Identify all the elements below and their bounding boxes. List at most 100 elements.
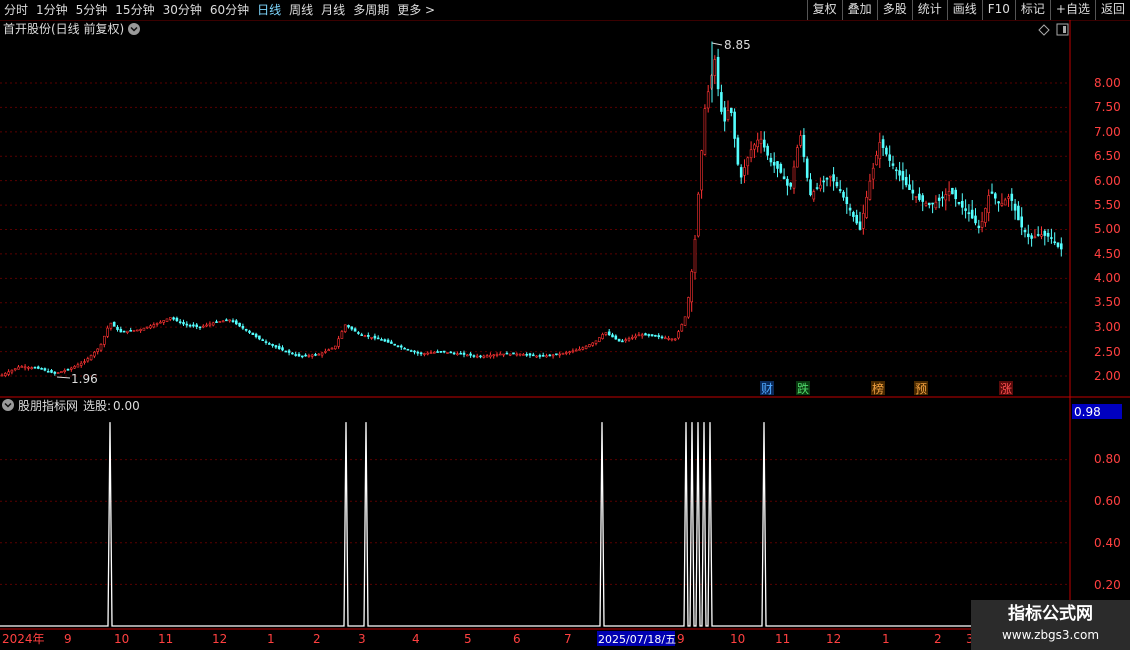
stock-chart[interactable]: 首开股份(日线 前复权) 8.00 7.50 7.00 6.50 6.00 5.… bbox=[0, 0, 1130, 650]
candle-body bbox=[465, 354, 469, 357]
panel-toggle-icon[interactable] bbox=[1056, 23, 1069, 36]
candle-body bbox=[89, 355, 93, 361]
candle-body bbox=[310, 354, 314, 357]
candle-body bbox=[205, 324, 208, 327]
candle-body bbox=[997, 201, 1000, 204]
time-tick-label: 12 bbox=[826, 632, 841, 646]
event-marker-rise[interactable]: 涨 bbox=[1000, 381, 1012, 396]
candle-body bbox=[192, 324, 195, 327]
candle-body bbox=[1007, 196, 1010, 199]
time-tick-label: 1 bbox=[882, 632, 890, 646]
candle-body bbox=[274, 345, 278, 348]
candle-body bbox=[703, 108, 707, 155]
indicator-title: 股朋指标网 bbox=[18, 398, 78, 413]
candle-body bbox=[736, 137, 740, 165]
candle-body bbox=[291, 352, 294, 355]
candle-body bbox=[871, 167, 875, 180]
event-marker-fall[interactable]: 跌 bbox=[797, 381, 809, 396]
diamond-icon[interactable] bbox=[1038, 24, 1050, 36]
candle-body bbox=[789, 182, 793, 187]
candle-body bbox=[452, 352, 456, 355]
candle-body bbox=[103, 335, 106, 345]
candle-body bbox=[149, 325, 152, 329]
candle-body bbox=[551, 354, 555, 357]
candle-body bbox=[86, 358, 90, 362]
candle-body bbox=[281, 347, 284, 351]
candle-body bbox=[178, 321, 182, 323]
candle-body bbox=[1053, 241, 1056, 244]
candle-body bbox=[93, 351, 96, 357]
candle-body bbox=[83, 361, 86, 363]
candle-body bbox=[314, 354, 317, 356]
candle-body bbox=[10, 369, 14, 373]
indicator-axis: 0.80 0.60 0.40 0.20 bbox=[1094, 452, 1121, 592]
candle-body bbox=[432, 351, 436, 354]
time-tick-label: 10 bbox=[730, 632, 745, 646]
candle-body bbox=[419, 352, 423, 355]
candle-body bbox=[535, 355, 538, 358]
candle-body bbox=[845, 196, 849, 205]
candle-body bbox=[921, 195, 925, 202]
candle-body bbox=[472, 355, 476, 357]
candle-body bbox=[221, 320, 225, 323]
candle-body bbox=[947, 191, 951, 196]
candle-body bbox=[1013, 203, 1017, 211]
candle-body bbox=[188, 324, 192, 327]
candle-body bbox=[508, 353, 512, 356]
candle-body bbox=[304, 354, 307, 357]
candle-body bbox=[50, 370, 53, 373]
candle-body bbox=[56, 372, 60, 374]
indicator-chevron-icon[interactable] bbox=[2, 399, 14, 411]
candle-body bbox=[657, 335, 661, 338]
candle-body bbox=[729, 107, 733, 113]
candle-body bbox=[832, 174, 835, 182]
candle-body bbox=[574, 349, 578, 352]
candle-body bbox=[498, 353, 502, 356]
candle-body bbox=[687, 297, 690, 318]
candle-body bbox=[1027, 233, 1030, 238]
candle-body bbox=[370, 337, 373, 339]
candle-body bbox=[927, 202, 931, 206]
candle-body bbox=[264, 341, 268, 343]
candle-body bbox=[987, 195, 991, 213]
event-marker-list[interactable]: 榜 bbox=[872, 381, 884, 396]
candle-body bbox=[838, 189, 842, 192]
candle-body bbox=[914, 196, 918, 198]
candle-body bbox=[238, 322, 241, 327]
candle-body bbox=[898, 170, 901, 176]
candle-body bbox=[172, 317, 175, 320]
candle-body bbox=[495, 354, 499, 356]
price-tick-label: 4.00 bbox=[1094, 271, 1121, 285]
candle-body bbox=[13, 368, 17, 371]
time-axis: 2024年 9 10 11 12 1 2 3 4 5 6 7 2025/07/1… bbox=[2, 631, 974, 646]
candle-body bbox=[505, 352, 509, 355]
settings-chevron-icon[interactable] bbox=[128, 23, 140, 35]
candle-body bbox=[248, 330, 251, 333]
candle-body bbox=[908, 184, 911, 191]
candle-body bbox=[96, 348, 99, 352]
event-marker-finance[interactable]: 财 bbox=[761, 382, 773, 396]
candle-body bbox=[456, 353, 459, 356]
candle-body bbox=[792, 166, 796, 189]
candle-body bbox=[782, 176, 786, 180]
candle-body bbox=[690, 271, 694, 303]
candle-body bbox=[644, 333, 647, 336]
candle-body bbox=[743, 167, 746, 176]
candle-body bbox=[350, 326, 354, 330]
candle-body bbox=[343, 324, 347, 332]
candle-body bbox=[756, 139, 760, 148]
candle-body bbox=[1046, 232, 1050, 237]
candle-body bbox=[502, 353, 505, 356]
candle-body bbox=[1036, 234, 1040, 236]
candle-body bbox=[228, 319, 231, 322]
candle-body bbox=[7, 371, 10, 375]
time-tick-label: 1 bbox=[267, 632, 275, 646]
candle-body bbox=[403, 347, 406, 350]
candle-body bbox=[287, 350, 291, 353]
candle-body bbox=[353, 328, 357, 332]
candle-body bbox=[439, 351, 443, 353]
candle-body bbox=[218, 321, 222, 323]
event-marker-forecast[interactable]: 预 bbox=[915, 382, 927, 396]
candle-body bbox=[106, 327, 109, 337]
candle-body bbox=[964, 208, 967, 211]
